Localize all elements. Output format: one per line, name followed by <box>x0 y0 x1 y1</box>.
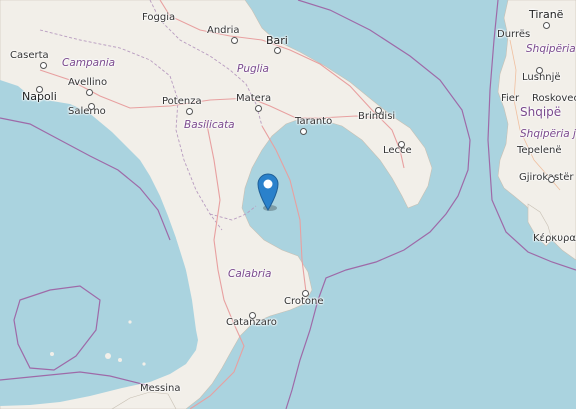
region-label-basilicata: Basilicata <box>184 119 235 131</box>
map-view[interactable]: Foggia Andria Bari Caserta Campania Pugl… <box>0 0 576 409</box>
region-label-campania: Campania <box>62 57 116 69</box>
city-dot <box>548 176 555 183</box>
city-label-lecce: Lecce <box>383 145 412 156</box>
city-dot <box>543 22 550 29</box>
city-label-lushnje: Lushnjë <box>522 72 561 83</box>
city-dot <box>40 62 47 69</box>
city-label-bari: Bari <box>266 34 288 47</box>
map-pin-graphic <box>257 173 279 211</box>
city-label-roskovec: Roskovec <box>532 93 576 104</box>
city-label-kerkyra: Κέρκυρα <box>533 233 576 244</box>
city-label-taranto: Taranto <box>295 116 333 127</box>
city-label-foggia: Foggia <box>142 12 176 23</box>
region-label-shqiperia-1: Shqipëria <box>526 43 576 55</box>
city-label-crotone: Crotone <box>284 296 324 307</box>
city-label-potenza: Potenza <box>162 96 202 107</box>
region-label-puglia: Puglia <box>237 63 269 75</box>
city-label-messina: Messina <box>140 383 181 394</box>
city-label-fier: Fier <box>501 93 520 104</box>
city-dot <box>274 47 281 54</box>
city-label-tepelene: Tepelenë <box>517 145 562 156</box>
region-label-shqiperia-2: Shqipëria ju <box>520 128 576 140</box>
city-dot <box>300 128 307 135</box>
city-dot <box>375 107 382 114</box>
city-label-salerno: Salerno <box>68 106 106 117</box>
city-label-avellino: Avellino <box>68 77 108 88</box>
city-dot <box>88 103 95 110</box>
city-dot <box>86 89 93 96</box>
city-dot <box>255 105 262 112</box>
city-label-andria: Andria <box>207 25 240 36</box>
city-label-gjirokaster: Gjirokastër <box>519 172 574 183</box>
region-label-calabria: Calabria <box>228 268 272 280</box>
city-label-caserta: Caserta <box>10 50 49 61</box>
city-label-tirane: Tiranë <box>529 8 564 21</box>
city-dot <box>536 67 543 74</box>
city-dot <box>249 312 256 319</box>
city-label-durres: Durrës <box>497 29 531 40</box>
city-dot <box>398 141 405 148</box>
city-dot <box>36 86 43 93</box>
country-label-albania: Shqipë <box>520 105 562 119</box>
map-pin-icon[interactable] <box>256 172 280 212</box>
city-dot <box>231 37 238 44</box>
city-dot <box>186 108 193 115</box>
city-label-matera: Matera <box>236 93 272 104</box>
city-dot <box>302 290 309 297</box>
